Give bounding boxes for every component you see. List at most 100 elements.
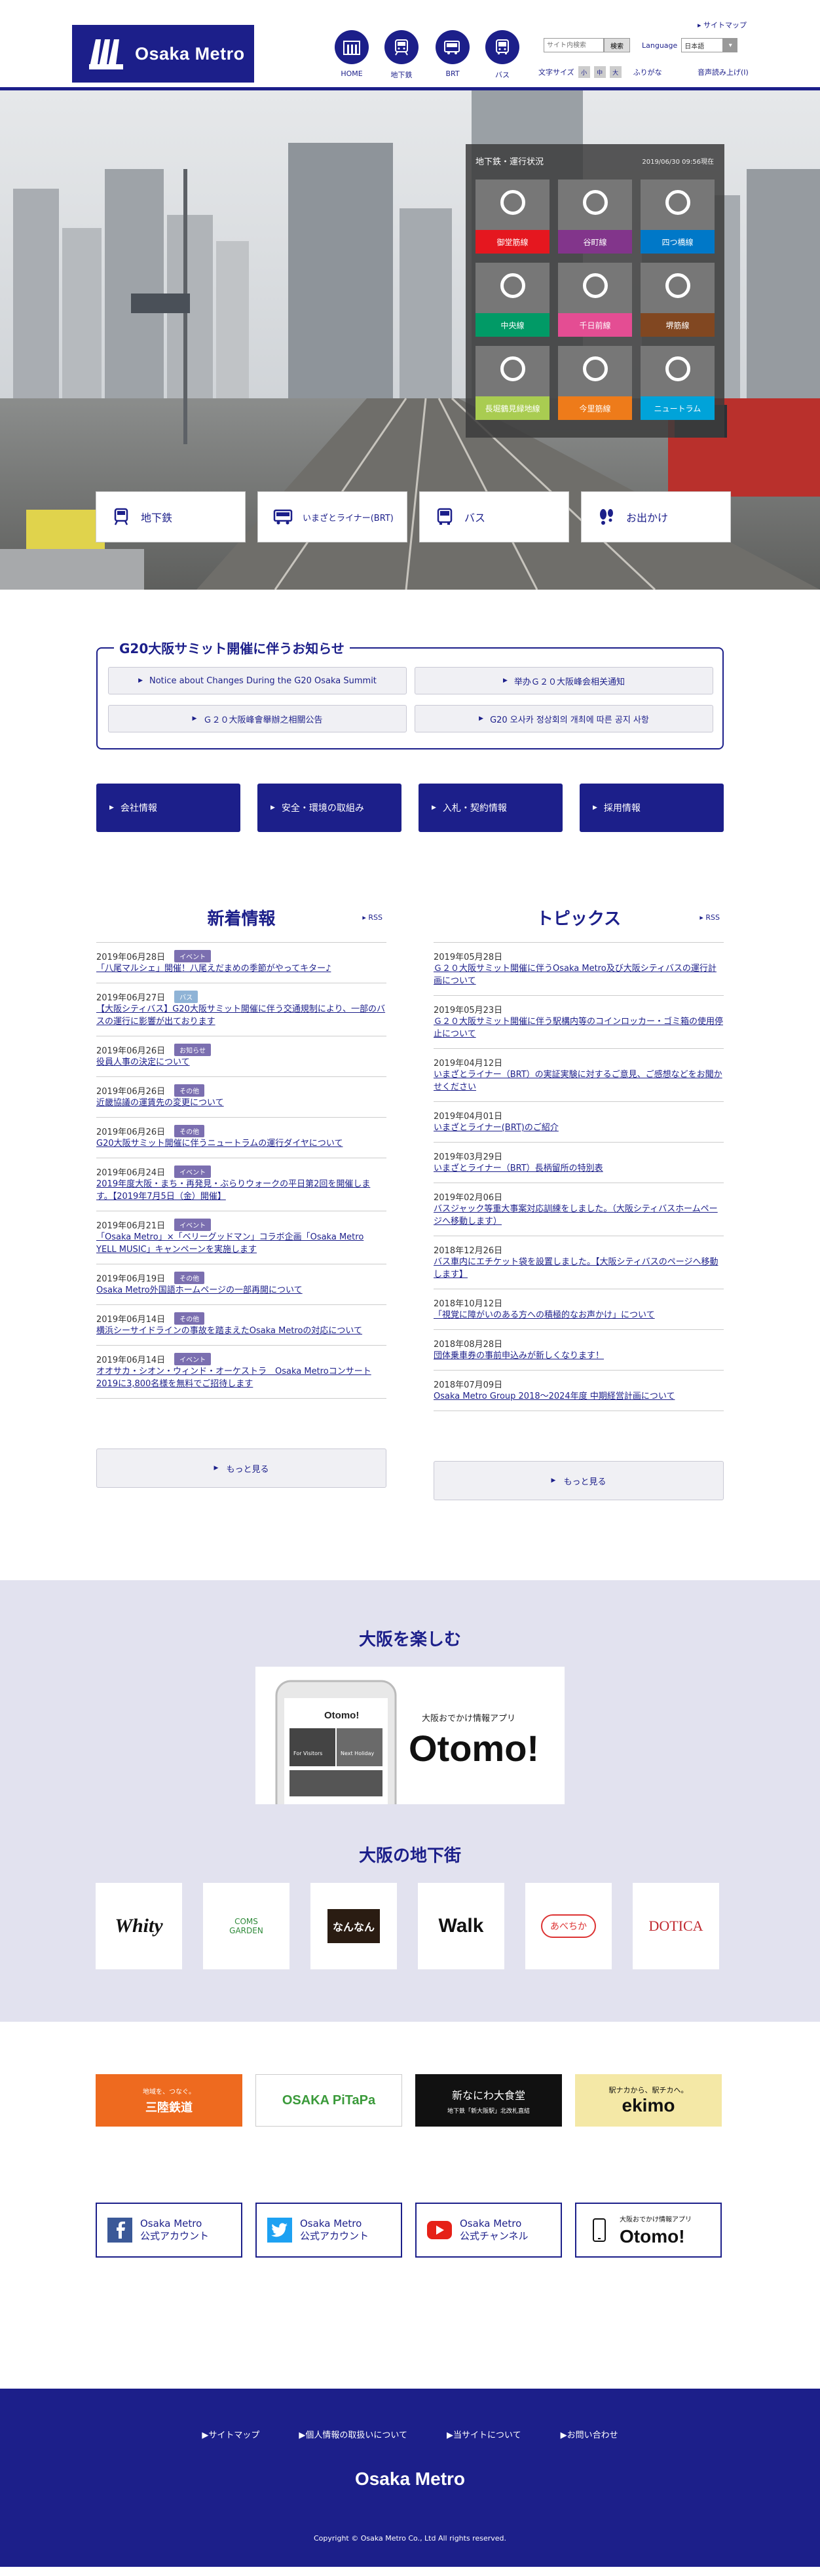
mode-bus-button[interactable]: バス [419,491,569,542]
facebook-account-link[interactable]: Osaka Metro 公式アカウント [96,2203,242,2258]
line-status-card[interactable]: ニュートラム [641,346,715,420]
osaka-metro-logo[interactable]: Osaka Metro [72,25,254,83]
entry-link[interactable]: G20大阪サミット開催に伴うニュートラムの運行ダイヤについて [96,1139,343,1148]
notice-link-chinese-simplified[interactable]: ▶ 举办Ｇ２０大阪峰会相关通知 [415,667,713,694]
mall-walk[interactable]: Walk [418,1883,504,1969]
mall-logo: COMS GARDEN [229,1917,263,1935]
list-item: 2018年12月26日 バス車内にエチケット袋を設置しました。【大阪シティバスのペ… [434,1236,724,1289]
mall-whity[interactable]: Whity [96,1883,182,1969]
entry-link[interactable]: 横浜シーサイドラインの事故を踏まえたOsaka Metroの対応について [96,1326,362,1336]
line-status-card[interactable]: 千日前線 [558,263,632,337]
mall-abechika[interactable]: あべちか [525,1883,612,1969]
mall-dotica[interactable]: DOTICA [633,1883,719,1969]
entry-link[interactable]: Ｇ２０大阪サミット開催に伴うOsaka Metro及び大阪シティバスの運行計画に… [434,964,717,986]
line-status-card[interactable]: 谷町線 [558,180,632,254]
entry-link[interactable]: いまざとライナー（BRT）長柄留所の特別表 [434,1164,603,1173]
category-badge: イベント [174,1165,212,1178]
entry-link[interactable]: 「視覚に障がいのある方への積極的なお声かけ」について [434,1310,655,1320]
entry-link[interactable]: いまざとライナー（BRT）の実証実験に対するご意見、ご感想などをお聞かせください [434,1070,722,1092]
line-status-card[interactable]: 中央線 [475,263,550,337]
entry-link[interactable]: 近畿協議の運賃先の変更について [96,1098,224,1108]
entry-date-row: 2018年07月09日 [434,1378,724,1390]
subway-status-panel: 地下鉄・運行状況 2019/06/30 09:56現在 御堂筋線 谷町線 四つ橋線中… [466,144,724,438]
topics-more-button[interactable]: ▶ もっと見る [434,1461,724,1500]
mall-coms-garden[interactable]: COMS GARDEN [203,1883,289,1969]
hero-section: 地下鉄・運行状況 2019/06/30 09:56現在 御堂筋線 谷町線 四つ橋線中… [0,90,820,590]
notice-link-english[interactable]: ▶ Notice about Changes During the G20 Osa… [108,667,407,694]
entry-link[interactable]: バスジャック等重大事案対応訓練をしました。（大阪シティバスホームページへ移動しま… [434,1204,718,1226]
news-list: 2019年06月28日 イベント 「八尾マルシェ」開催！八尾えだまめの季節がやってキ… [96,942,386,1399]
line-status-card[interactable]: 今里筋線 [558,346,632,420]
footer-sitemap-link[interactable]: ▶サイトマップ [202,2428,259,2440]
mode-outing-button[interactable]: お出かけ [581,491,731,542]
normal-status-circle-icon [665,273,690,298]
entry-link[interactable]: 役員人事の決定について [96,1057,190,1067]
company-info-button[interactable]: ▶ 会社情報 [96,784,240,832]
sanriku-railway-banner[interactable]: 地域を、つなぐ。 三陸鉄道 [96,2074,242,2127]
entry-link[interactable]: 団体乗車券の事前申込みが新しくなります！ [434,1351,604,1361]
search-input[interactable] [544,38,604,52]
search-button[interactable]: 検索 [604,38,630,52]
mode-brt-button[interactable]: いまざとライナー(BRT) [257,491,407,542]
nav-bus[interactable]: バス [483,30,522,80]
nav-subway[interactable]: 地下鉄 [382,30,421,80]
news-rss-link[interactable]: ▸ RSS [362,913,382,922]
notice-link-korean[interactable]: ▶ G20 오사카 정상회의 개최에 따른 공지 사항 [415,705,713,732]
sitemap-link[interactable]: ▸ サイトマップ [698,20,747,30]
line-status-card[interactable]: 四つ橋線 [641,180,715,254]
entry-link[interactable]: オオサカ・シオン・ウィンド・オーケストラ Osaka Metroコンサート201… [96,1367,371,1389]
otomo-app-link[interactable]: 大阪おでかけ情報アプリ Otomo! [575,2203,722,2258]
footer-contact-link[interactable]: ▶お問い合わせ [561,2428,618,2440]
chevron-down-icon[interactable]: ▾ [723,38,738,52]
youtube-channel-link[interactable]: Osaka Metro 公式チャンネル [415,2203,562,2258]
topics-column: トピックス ▸ RSS 2019年05月28日 Ｇ２０大阪サミット開催に伴うOsak… [434,905,724,1500]
nav-brt[interactable]: BRT [433,30,472,78]
entry-link[interactable]: Osaka Metro外国語ホームページの一部再開について [96,1285,303,1295]
entry-link[interactable]: Osaka Metro Group 2018～2024年度 中期経営計画について [434,1392,675,1401]
footer-about-link[interactable]: ▶当サイトについて [447,2428,521,2440]
language-select[interactable]: 日本語 [681,38,724,52]
mode-brt-label: いまざとライナー(BRT) [303,513,394,523]
safety-environment-button[interactable]: ▶ 安全・環境の取組み [257,784,401,832]
arrow-right-icon: ▶ [138,677,143,684]
ekimo-banner[interactable]: 駅ナカから、駅チカへ。 ekimo [575,2074,722,2127]
voice-reader-link[interactable]: 音声読み上げ(I) [698,67,749,77]
mall-nannan[interactable]: なんなん [310,1883,397,1969]
line-status-card[interactable]: 御堂筋線 [475,180,550,254]
entry-link[interactable]: 「八尾マルシェ」開催！八尾えだまめの季節がやってキター♪ [96,964,331,974]
nav-home[interactable]: HOME [332,30,371,78]
furigana-toggle[interactable]: ふりがな [633,67,662,77]
otomo-app-banner[interactable]: Otomo! For Visitors Next Holiday 大阪おでかけ情… [255,1667,565,1804]
entry-link[interactable]: 「Osaka Metro」×「ベリーグッドマン」コラボ企画「Osaka Metr… [96,1232,363,1255]
entry-link[interactable]: バス車内にエチケット袋を設置しました。【大阪シティバスのページへ移動します】 [434,1257,718,1279]
font-size-small-button[interactable]: 小 [578,66,590,78]
entry-link[interactable]: いまざとライナー(BRT)のご紹介 [434,1123,559,1133]
bus-icon [437,508,453,525]
banner-main: 新なにわ大食堂 [451,2089,525,2102]
line-status-card[interactable]: 堺筋線 [641,263,715,337]
list-item: 2019年02月06日 バスジャック等重大事案対応訓練をしました。（大阪シティバス… [434,1183,724,1236]
entry-link[interactable]: 2019年度大阪・まち・再発見・ぶらりウォークの平日第2回を開催します。【201… [96,1179,370,1202]
line-status-card[interactable]: 長堀鶴見緑地線 [475,346,550,420]
font-size-medium-button[interactable]: 中 [593,66,606,78]
font-size-large-button[interactable]: 大 [609,66,622,78]
font-size-controls: 文字サイズ 小 中 大 ふりがな [538,66,662,78]
entry-link[interactable]: 【大阪シティバス】G20大阪サミット開催に伴う交通規制により、一部のバスの運行に… [96,1004,385,1027]
pitapa-banner[interactable]: OSAKA PiTaPa [255,2074,402,2127]
social-line2: Otomo! [620,2226,685,2246]
entry-date: 2018年08月28日 [434,1340,503,1350]
twitter-account-link[interactable]: Osaka Metro 公式アカウント [255,2203,402,2258]
news-more-button[interactable]: ▶ もっと見る [96,1449,386,1488]
arrow-right-icon: ▶ [202,2431,209,2440]
nanimaru-banner[interactable]: 新なにわ大食堂 地下鉄「新大阪駅」北改札直結 [415,2074,562,2127]
bidding-contract-button[interactable]: ▶ 入札・契約情報 [419,784,563,832]
notice-link-chinese-traditional[interactable]: ▶ Ｇ２０大阪峰會舉辦之相關公告 [108,705,407,732]
entry-date: 2019年06月14日 [96,1315,166,1325]
entry-link[interactable]: Ｇ２０大阪サミット開催に伴う駅構内等のコインロッカー・ゴミ箱の使用停止について [434,1017,723,1039]
mode-subway-button[interactable]: 地下鉄 [96,491,246,542]
mall-logo: Walk [438,1915,484,1937]
recruitment-button[interactable]: ▶ 採用情報 [580,784,724,832]
notice-link-label: G20 오사카 정상회의 개최에 따른 공지 사항 [490,715,649,725]
footer-privacy-link[interactable]: ▶個人情報の取扱いについて [299,2428,407,2440]
topics-rss-link[interactable]: ▸ RSS [699,913,720,922]
